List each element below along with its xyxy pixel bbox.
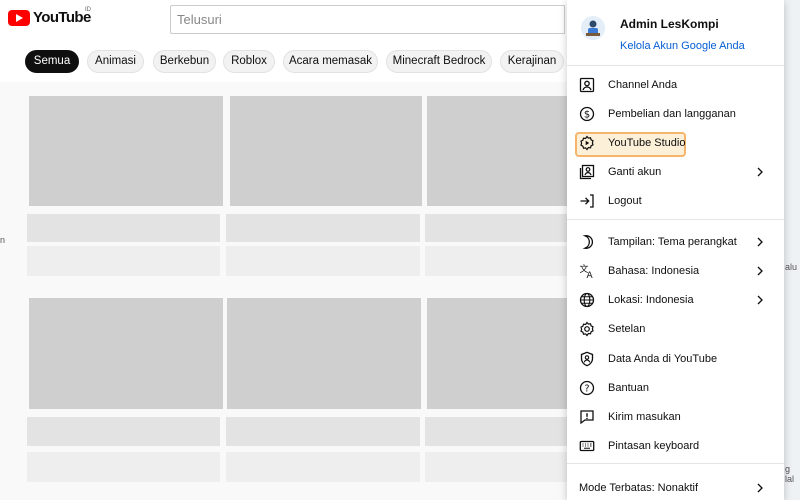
video-meta-placeholder xyxy=(27,452,220,482)
region-code: ID xyxy=(85,7,91,13)
video-meta-placeholder xyxy=(27,246,220,276)
chip-acara-memasak[interactable]: Acara memasak xyxy=(283,50,378,73)
chevron-right-icon xyxy=(755,483,765,493)
video-meta-placeholder xyxy=(226,246,420,276)
chevron-right-icon xyxy=(755,266,765,276)
svg-text:?: ? xyxy=(584,384,589,395)
video-title-placeholder xyxy=(425,214,567,242)
partial-text: n xyxy=(0,235,6,245)
video-title-placeholder xyxy=(226,417,420,446)
video-title-placeholder xyxy=(27,417,220,446)
menu-item-logout[interactable]: Logout xyxy=(567,187,784,216)
chip-animasi[interactable]: Animasi xyxy=(87,50,144,73)
menu-item-mode-terbatas-nonaktif[interactable]: Mode Terbatas: Nonaktif xyxy=(567,474,784,500)
chip-kerajinan[interactable]: Kerajinan xyxy=(500,50,564,73)
video-thumbnail[interactable] xyxy=(427,298,567,409)
video-thumbnail[interactable] xyxy=(227,298,421,409)
menu-item-label: Pembelian dan langganan xyxy=(608,108,736,120)
video-title-placeholder xyxy=(226,214,420,242)
menu-item-label: Lokasi: Indonesia xyxy=(608,294,694,306)
settings-icon xyxy=(579,321,595,337)
logout-icon xyxy=(579,193,595,209)
account-name: Admin LesKompi xyxy=(620,17,719,31)
menu-item-youtube-studio[interactable]: YouTube Studio xyxy=(567,129,784,158)
globe-icon xyxy=(579,292,595,308)
menu-item-label: YouTube Studio xyxy=(608,137,686,149)
shield-person-icon xyxy=(579,351,595,367)
menu-item-bantuan[interactable]: ? Bantuan xyxy=(567,374,784,403)
chip-minecraft-bedrock[interactable]: Minecraft Bedrock xyxy=(386,50,492,73)
svg-text:A: A xyxy=(587,271,594,279)
video-thumbnail[interactable] xyxy=(427,96,567,206)
menu-separator xyxy=(567,463,784,464)
svg-text:$: $ xyxy=(584,110,590,121)
video-meta-placeholder xyxy=(425,246,567,276)
menu-item-tampilan-tema-perangkat[interactable]: Tampilan: Tema perangkat xyxy=(567,228,784,257)
feedback-icon xyxy=(579,409,595,425)
menu-item-label: Bantuan xyxy=(608,382,649,394)
avatar xyxy=(581,16,605,40)
menu-item-pintasan-keyboard[interactable]: Pintasan keyboard xyxy=(567,432,784,461)
help-icon: ? xyxy=(579,380,595,396)
chip-roblox[interactable]: Roblox xyxy=(223,50,275,73)
menu-item-setelan[interactable]: Setelan xyxy=(567,315,784,344)
chip-berkebun[interactable]: Berkebun xyxy=(153,50,216,73)
menu-item-label: Pintasan keyboard xyxy=(608,440,700,452)
chevron-right-icon xyxy=(755,295,765,305)
menu-item-label: Tampilan: Tema perangkat xyxy=(608,236,737,248)
menu-item-label: Ganti akun xyxy=(608,166,662,178)
chip-semua[interactable]: Semua xyxy=(25,50,79,73)
menu-item-label: Logout xyxy=(608,195,642,207)
manage-google-account-link[interactable]: Kelola Akun Google Anda xyxy=(620,40,745,52)
partial-text: alu xyxy=(785,262,798,272)
video-meta-placeholder xyxy=(425,452,567,482)
menu-item-label: Kirim masukan xyxy=(608,411,681,423)
search-input[interactable] xyxy=(170,5,565,34)
channel-icon xyxy=(579,77,595,93)
switch-account-icon xyxy=(579,164,595,180)
chevron-right-icon xyxy=(755,237,765,247)
moon-icon xyxy=(579,234,595,250)
menu-item-label: Channel Anda xyxy=(608,79,678,91)
menu-item-channel-anda[interactable]: Channel Anda xyxy=(567,71,784,100)
chevron-right-icon xyxy=(755,167,765,177)
right-edge-background xyxy=(784,0,800,500)
menu-separator xyxy=(567,219,784,220)
menu-item-data-anda-di-youtube[interactable]: Data Anda di YouTube xyxy=(567,345,784,374)
menu-item-label: Mode Terbatas: Nonaktif xyxy=(579,482,699,494)
video-meta-placeholder xyxy=(226,452,420,482)
menu-item-lokasi-indonesia[interactable]: Lokasi: Indonesia xyxy=(567,286,784,315)
partial-text: g lal xyxy=(785,464,795,484)
menu-item-label: Setelan xyxy=(608,323,646,335)
translate-icon: 文A xyxy=(579,263,595,279)
keyboard-icon xyxy=(579,438,595,454)
menu-item-ganti-akun[interactable]: Ganti akun xyxy=(567,158,784,187)
dollar-icon: $ xyxy=(579,106,595,122)
video-title-placeholder xyxy=(27,214,220,242)
menu-item-bahasa-indonesia[interactable]: 文 A Bahasa: Indonesia xyxy=(567,257,784,286)
studio-gear-icon xyxy=(579,135,595,151)
menu-item-kirim-masukan[interactable]: Kirim masukan xyxy=(567,403,784,432)
video-thumbnail[interactable] xyxy=(29,96,223,206)
menu-item-label: Data Anda di YouTube xyxy=(608,353,718,365)
video-thumbnail[interactable] xyxy=(230,96,422,206)
youtube-logo[interactable]: YouTube ID xyxy=(8,7,91,26)
account-header: Admin LesKompi Kelola Akun Google Anda xyxy=(567,0,784,66)
menu-item-label: Bahasa: Indonesia xyxy=(608,265,700,277)
video-title-placeholder xyxy=(425,417,567,446)
video-thumbnail[interactable] xyxy=(29,298,223,409)
youtube-play-icon xyxy=(8,9,30,26)
menu-item-pembelian-dan-langganan[interactable]: $ Pembelian dan langganan xyxy=(567,100,784,129)
logo-text: YouTube xyxy=(33,9,91,26)
